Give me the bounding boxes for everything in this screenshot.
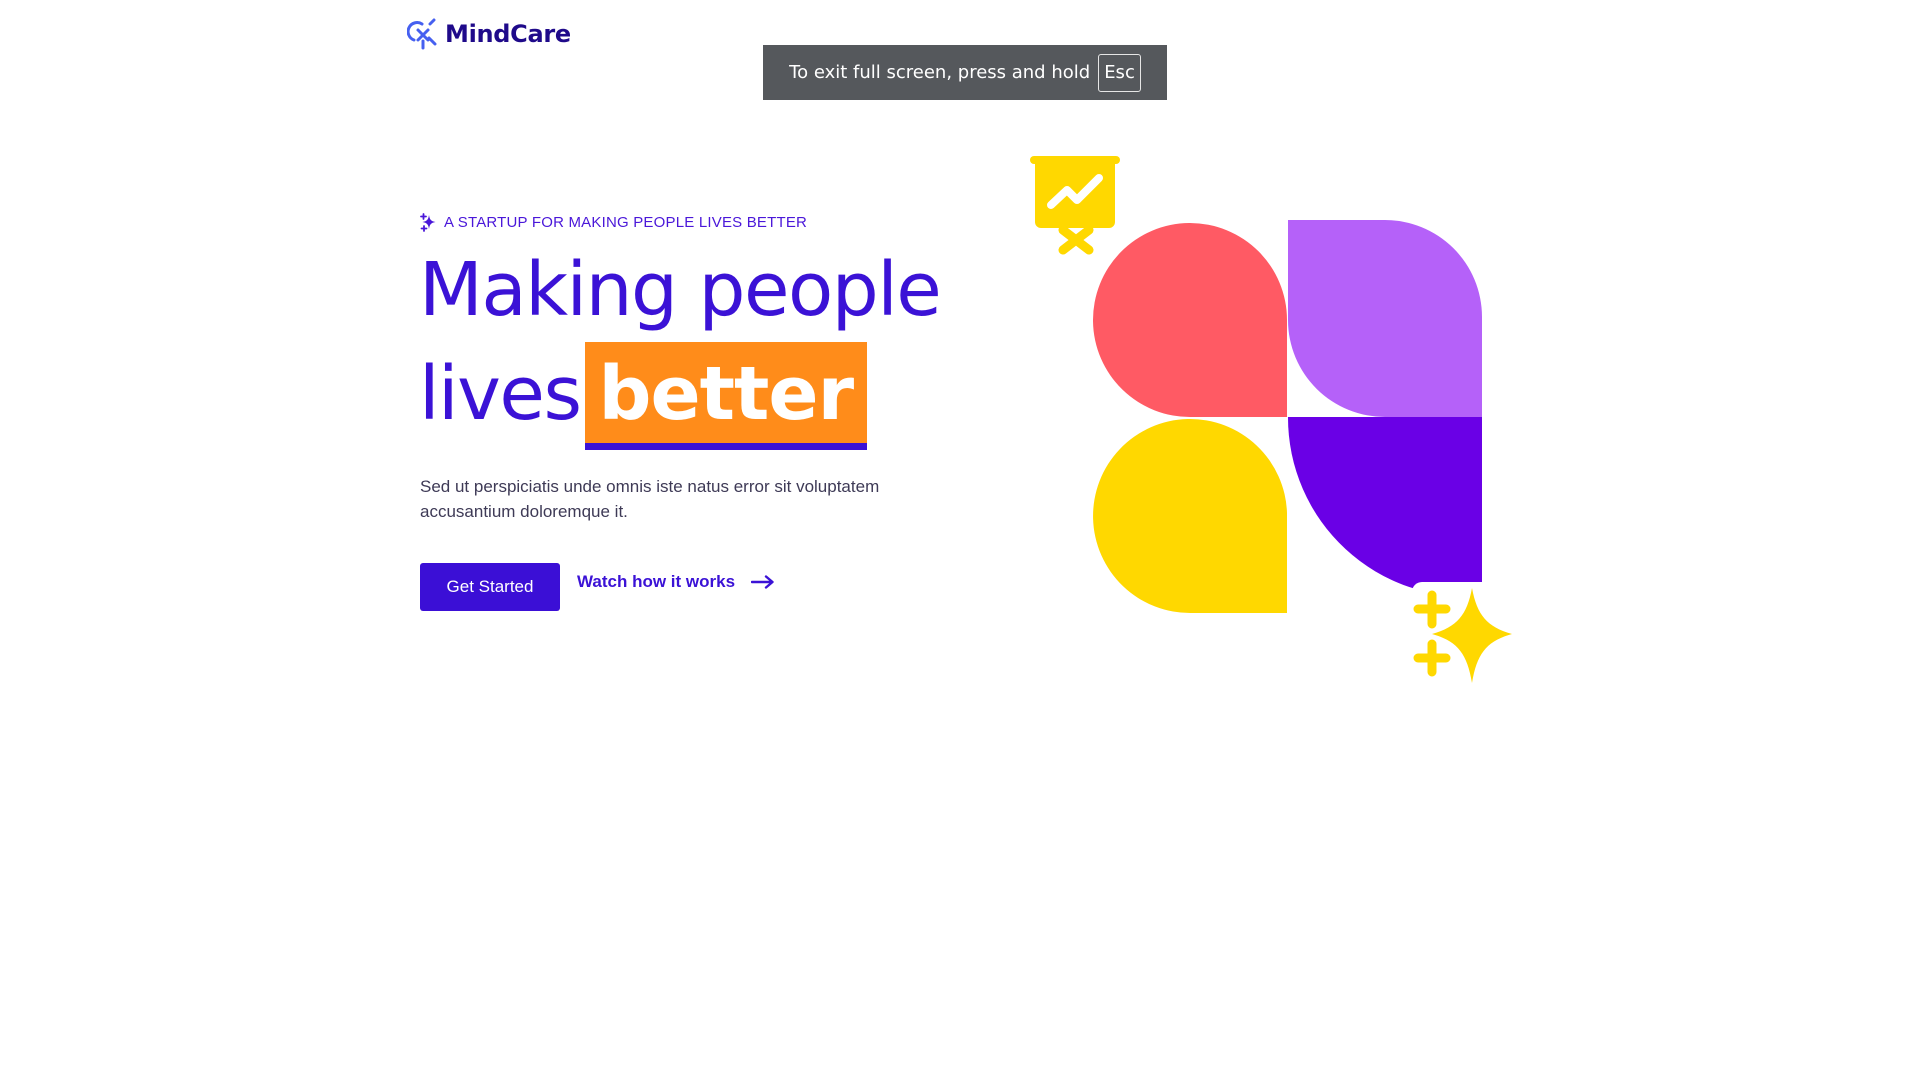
headline-line-1: Making people (419, 247, 942, 333)
eyebrow-text: A STARTUP FOR MAKING PEOPLE LIVES BETTER (444, 214, 808, 231)
fullscreen-notice: To exit full screen, press and hold Esc (763, 45, 1167, 100)
arrow-right-icon (751, 575, 774, 589)
presentation-chart-icon (1030, 156, 1120, 255)
headline-line-2: lives (419, 351, 582, 437)
landing-page: MindCare To exit full screen, press and … (0, 0, 1920, 1080)
hero-illustration (1030, 156, 1512, 683)
petal-yellow (1093, 417, 1287, 614)
hero-headline: Making people lives better (419, 238, 942, 450)
watch-link-label: Watch how it works (577, 572, 736, 591)
fullscreen-notice-text: To exit full screen, press and hold (789, 62, 1091, 83)
brand-name: MindCare (445, 20, 571, 48)
petal-purple (1287, 417, 1482, 597)
petal-red (1093, 223, 1287, 418)
watch-how-it-works-link[interactable]: Watch how it works (577, 572, 775, 592)
esc-key-badge: Esc (1098, 53, 1141, 92)
brand-logo[interactable]: MindCare (407, 18, 571, 50)
petal-lavender (1288, 219, 1482, 418)
headline-highlight: better (584, 342, 868, 450)
mindcare-logo-icon (407, 18, 437, 50)
get-started-button[interactable]: Get Started (420, 563, 560, 611)
hero-eyebrow: A STARTUP FOR MAKING PEOPLE LIVES BETTER (420, 213, 807, 232)
hero-description: Sed ut perspiciatis unde omnis iste natu… (420, 477, 880, 521)
sparkle-icon (420, 213, 436, 232)
